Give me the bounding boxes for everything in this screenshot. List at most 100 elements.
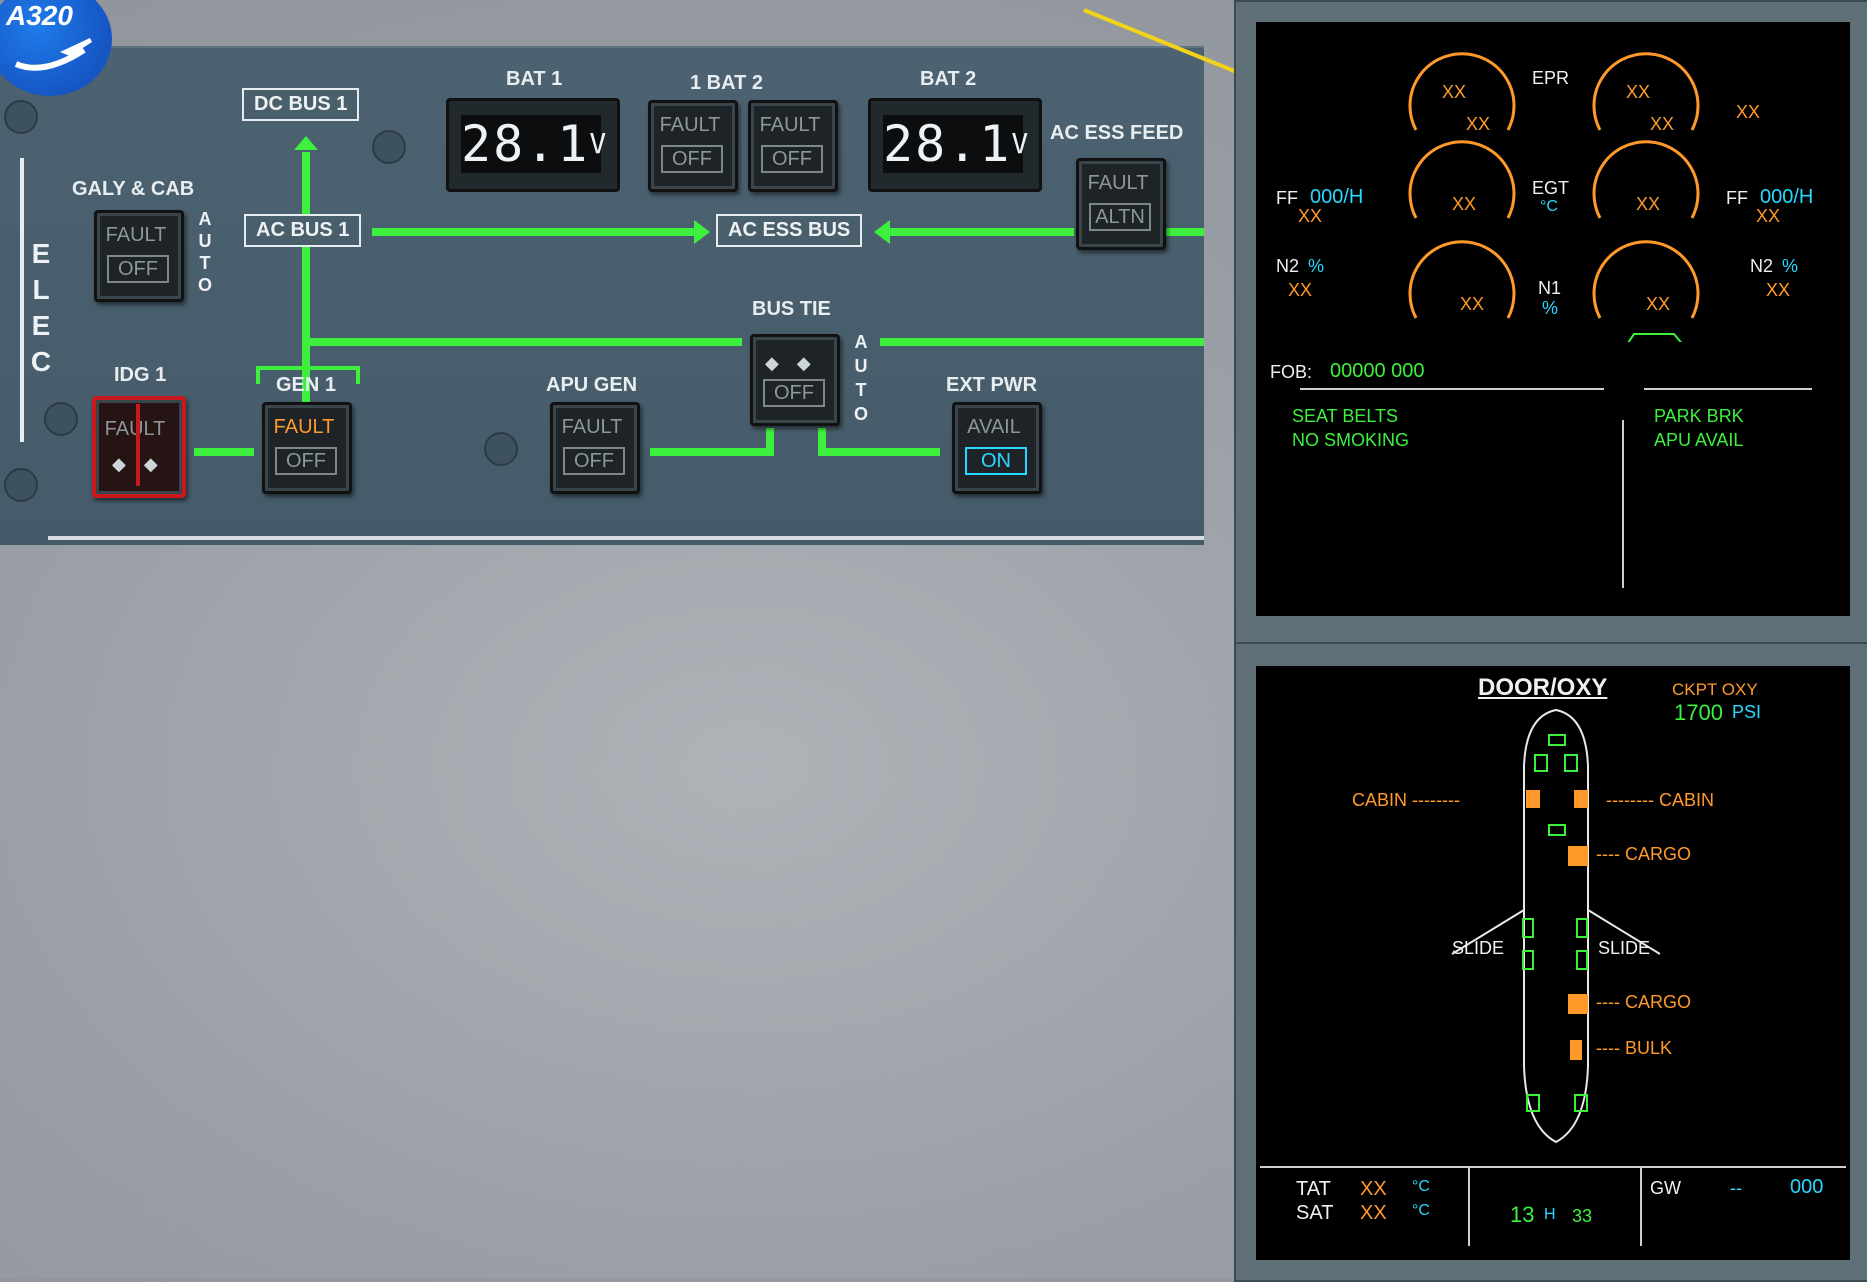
airplane-icon <box>14 38 92 71</box>
off-legend: OFF <box>107 255 169 283</box>
aft-cargo-label: ---- CARGO <box>1596 992 1691 1012</box>
memo-seat-belts: SEAT BELTS <box>1292 406 1399 426</box>
memo-divider <box>1644 388 1812 390</box>
ac-ess-feed-label: AC ESS FEED <box>1050 122 1184 144</box>
ext-pwr-label: EXT PWR <box>946 374 1038 396</box>
gw-label: GW <box>1650 1178 1681 1198</box>
cabin-right-label: -------- CABIN <box>1606 790 1714 810</box>
aft-cargo-door <box>1568 994 1588 1014</box>
memo-park-brk: PARK BRK <box>1654 406 1744 426</box>
fault-legend: FAULT <box>104 418 166 440</box>
bus-line <box>650 448 770 456</box>
altn-legend: ALTN <box>1089 203 1151 231</box>
bat1-voltmeter: 28.1V <box>446 98 620 192</box>
on-legend: ON <box>965 447 1027 475</box>
fob-label: FOB: <box>1270 362 1313 382</box>
avionics-door <box>1564 754 1578 772</box>
memo-divider <box>1300 388 1604 390</box>
ff2-xx: XX <box>1756 206 1781 226</box>
avail-legend: AVAIL <box>967 416 1021 438</box>
n1-unit: % <box>1542 298 1559 318</box>
fwd-cargo-label: ---- CARGO <box>1596 844 1691 864</box>
bat1-voltage: 28.1 <box>461 115 590 173</box>
bus-line <box>890 228 1074 236</box>
cabin-door-right <box>1574 790 1588 808</box>
panel-screw <box>4 100 38 134</box>
pushbutton-dots-icon: ◆◆ <box>112 454 176 474</box>
off-legend: OFF <box>275 447 337 475</box>
ac-ess-bus-label: AC ESS BUS <box>716 214 863 247</box>
elec-overhead-panel: ELEC DC BUS 1 AC BUS 1 AC ESS BUS BAT 1 … <box>0 46 1204 545</box>
bus-line <box>194 448 254 456</box>
idg1-guarded-pushbutton[interactable]: FAULT ◆◆ <box>92 396 186 498</box>
emer-exit-right <box>1576 950 1588 970</box>
galy-cab-label: GALY & CAB <box>72 178 195 200</box>
bus-line <box>880 338 1204 346</box>
slide-right-label: SLIDE <box>1598 938 1651 958</box>
gen1-bracket <box>256 366 260 384</box>
panel-screw <box>44 402 78 436</box>
bus-tie-pushbutton[interactable]: ◆◆ OFF <box>750 334 840 426</box>
emer-exit-right <box>1576 918 1588 938</box>
bat2-pushbutton[interactable]: FAULT OFF <box>748 100 838 192</box>
cabin-left-label: CABIN -------- <box>1352 790 1460 810</box>
panel-bottom-rule <box>48 536 1204 540</box>
ac-ess-feed-pushbutton[interactable]: FAULT ALTN <box>1076 158 1166 250</box>
upper-ecam-display: XX XX EPR XX XX XX FF 000/H XX XX EGT °C… <box>1256 22 1850 616</box>
epr-mode: XX <box>1736 102 1761 122</box>
ac-bus-1-label: AC BUS 1 <box>244 214 362 247</box>
gw-dashes: -- <box>1730 1178 1742 1198</box>
ff1-xx: XX <box>1298 206 1323 226</box>
bus-line <box>372 228 702 236</box>
bat1-pushbutton[interactable]: FAULT OFF <box>648 100 738 192</box>
bulk-door <box>1570 1040 1582 1060</box>
n1-2-value: XX <box>1646 294 1671 314</box>
bulk-label: ---- BULK <box>1596 1038 1673 1058</box>
status-divider <box>1260 1166 1846 1168</box>
cabin-door-left <box>1526 790 1540 808</box>
egt1-value: XX <box>1452 194 1477 214</box>
memo-apu-avail: APU AVAIL <box>1654 430 1744 450</box>
ff1-label: FF <box>1276 188 1298 208</box>
idg1-label: IDG 1 <box>114 364 167 386</box>
epr1-value: XX <box>1442 82 1467 102</box>
pushbutton-dots-icon: ◆◆ <box>765 353 829 373</box>
gen1-bracket <box>256 366 360 370</box>
fault-legend: FAULT <box>659 114 721 136</box>
n2-2-value: XX <box>1766 280 1791 300</box>
psi-unit: PSI <box>1732 702 1762 722</box>
gen1-pushbutton[interactable]: FAULT OFF <box>262 402 352 494</box>
bus-line <box>818 448 940 456</box>
apu-gen-pushbutton[interactable]: FAULT OFF <box>550 402 640 494</box>
off-legend: OFF <box>661 145 723 173</box>
apu-gen-label: APU GEN <box>546 374 638 396</box>
bat2-label: BAT 2 <box>920 68 977 90</box>
elec-side-rule <box>20 158 24 442</box>
status-separator <box>1468 1166 1470 1246</box>
memo-separator <box>1622 420 1624 588</box>
time-hours: 13 <box>1510 1202 1535 1227</box>
memo-no-smoking: NO SMOKING <box>1292 430 1410 450</box>
fault-legend: FAULT <box>273 416 335 438</box>
elec-side-label: ELEC <box>30 238 52 377</box>
tat-unit: °C <box>1412 1178 1430 1195</box>
avionics-door <box>1548 734 1566 746</box>
epr2-cmd: XX <box>1650 114 1675 134</box>
arrow-right-icon <box>694 220 710 244</box>
n2-1-unit: % <box>1308 256 1325 276</box>
off-legend: OFF <box>763 379 825 407</box>
bus-line <box>302 152 310 412</box>
galy-cab-pushbutton[interactable]: FAULT OFF <box>94 210 184 302</box>
bus-tie-label: BUS TIE <box>752 298 831 320</box>
n2-1-value: XX <box>1288 280 1313 300</box>
egt-unit: °C <box>1540 198 1558 215</box>
aft-door-right <box>1574 1094 1588 1112</box>
bus-line <box>766 428 774 456</box>
emer-exit-left <box>1522 918 1534 938</box>
epr1-cmd: XX <box>1466 114 1491 134</box>
panel-screw <box>372 130 406 164</box>
ext-pwr-pushbutton[interactable]: AVAIL ON <box>952 402 1042 494</box>
status-separator <box>1640 1166 1642 1246</box>
panel-screw <box>484 432 518 466</box>
volt-unit: V <box>589 127 609 160</box>
